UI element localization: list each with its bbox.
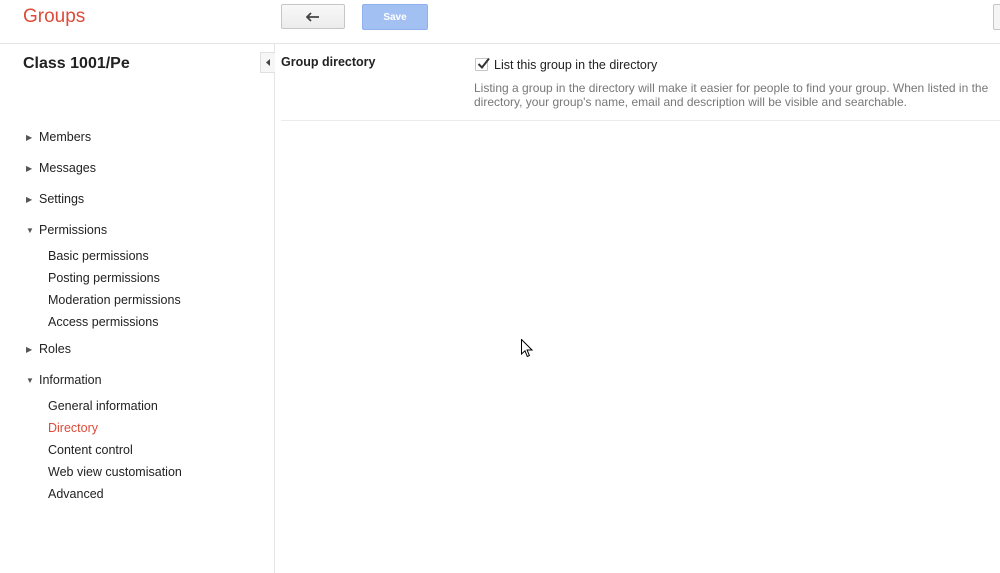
section-title: Group directory	[281, 55, 376, 69]
main-content: Group directory List this group in the d…	[276, 44, 1000, 573]
save-button[interactable]: Save	[362, 4, 428, 30]
back-button[interactable]	[281, 4, 345, 29]
sidebar-item-settings[interactable]: ▶ Settings	[26, 191, 84, 207]
sidebar-item-label: Roles	[39, 342, 71, 356]
sidebar-subitem-access-permissions[interactable]: Access permissions	[48, 315, 158, 331]
back-arrow-icon	[306, 11, 319, 22]
sidebar-item-messages[interactable]: ▶ Messages	[26, 160, 96, 176]
triangle-right-icon: ▶	[26, 163, 33, 173]
list-in-directory-checkbox[interactable]	[475, 57, 490, 71]
triangle-down-icon: ▼	[26, 225, 34, 235]
mouse-cursor-icon	[521, 338, 534, 363]
sidebar-subitem-advanced[interactable]: Advanced	[48, 487, 104, 503]
sidebar-subitem-web-view-customisation[interactable]: Web view customisation	[48, 465, 182, 481]
checkmark-icon	[477, 57, 490, 70]
sidebar-item-label: Messages	[39, 161, 96, 175]
sidebar-item-label: Information	[39, 373, 102, 387]
app-title[interactable]: Groups	[23, 6, 85, 28]
sidebar-item-information[interactable]: ▼ Information	[26, 372, 102, 388]
sidebar-subitem-content-control[interactable]: Content control	[48, 443, 133, 459]
sidebar-item-label: Members	[39, 130, 92, 144]
divider	[281, 120, 1000, 121]
triangle-right-icon: ▶	[26, 344, 33, 354]
top-bar: Groups Save	[0, 0, 1000, 44]
overflow-button[interactable]	[993, 4, 1000, 30]
sidebar-subitem-moderation-permissions[interactable]: Moderation permissions	[48, 293, 181, 309]
sidebar-subitem-general-information[interactable]: General information	[48, 399, 158, 415]
sidebar-item-members[interactable]: ▶ Members	[26, 129, 91, 145]
sidebar-item-roles[interactable]: ▶ Roles	[26, 341, 71, 357]
triangle-right-icon: ▶	[26, 194, 33, 204]
chevron-left-icon	[265, 59, 270, 66]
directory-description: Listing a group in the directory will ma…	[474, 81, 989, 109]
sidebar-item-label: Settings	[39, 192, 85, 206]
sidebar: Class 1001/Pe ▶ Members ▶ Messages ▶ Set…	[0, 44, 275, 573]
sidebar-subitem-basic-permissions[interactable]: Basic permissions	[48, 249, 149, 265]
collapse-sidebar-button[interactable]	[260, 52, 275, 73]
checkbox-label[interactable]: List this group in the directory	[494, 58, 657, 72]
triangle-down-icon: ▼	[26, 375, 34, 385]
sidebar-subitem-directory[interactable]: Directory	[48, 421, 98, 437]
sidebar-item-label: Permissions	[39, 223, 108, 237]
triangle-right-icon: ▶	[26, 132, 33, 142]
group-name: Class 1001/Pe	[23, 55, 130, 72]
sidebar-item-permissions[interactable]: ▼ Permissions	[26, 222, 107, 238]
sidebar-subitem-posting-permissions[interactable]: Posting permissions	[48, 271, 160, 287]
